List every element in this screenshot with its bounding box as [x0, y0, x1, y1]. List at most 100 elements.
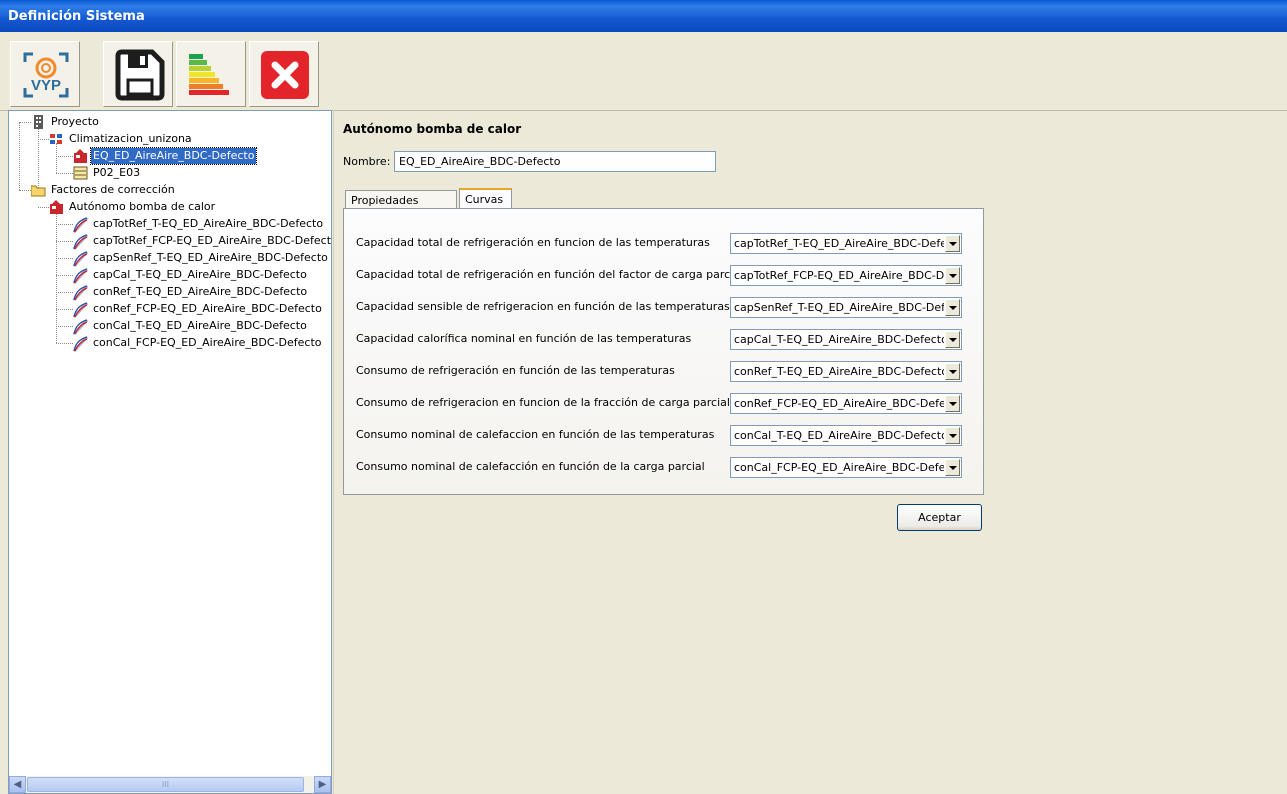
system-tree[interactable]: Proyecto Climatizacion_unizona EQ_ED_AireA… [9, 111, 331, 771]
tree-connector-line [56, 309, 73, 310]
curve-select[interactable]: conRef_T-EQ_ED_AireAire_BDC-Defecto [730, 361, 962, 382]
tree-node-label[interactable]: capTotRef_FCP-EQ_ED_AireAire_BDC-Defect [91, 233, 331, 249]
tree-connector-line [56, 156, 73, 157]
equipment-icon [49, 200, 64, 214]
folder-icon [30, 183, 46, 197]
equipment-icon [73, 149, 88, 163]
tree-node-label[interactable]: capSenRef_T-EQ_ED_AireAire_BDC-Defecto [91, 250, 330, 266]
scroll-right-icon[interactable]: ▶ [314, 776, 331, 793]
chevron-down-icon[interactable] [945, 459, 960, 476]
curve-select-value: conRef_FCP-EQ_ED_AireAire_BDC-Defecto [734, 397, 944, 410]
curve-icon [72, 267, 89, 285]
window-title: Definición Sistema [0, 0, 1287, 32]
vyp-logo-button[interactable]: VYP [10, 41, 80, 107]
horizontal-scrollbar[interactable]: ◀ III ▶ [9, 776, 331, 793]
curve-row-label: Consumo nominal de calefacción en funció… [356, 460, 705, 473]
curve-row-label: Capacidad sensible de refrigeracion en f… [356, 300, 730, 313]
name-label: Nombre: [343, 155, 391, 168]
tree-node-label[interactable]: Proyecto [49, 114, 101, 130]
tree-connector-line [56, 224, 73, 225]
chevron-down-icon[interactable] [945, 331, 960, 348]
chevron-down-icon[interactable] [945, 427, 960, 444]
project-icon [31, 115, 46, 129]
chevron-down-icon[interactable] [945, 363, 960, 380]
vyp-logo-icon: VYP [23, 52, 69, 98]
curve-row-label: Capacidad total de refrigeración en func… [356, 236, 710, 249]
unit-icon [73, 166, 88, 180]
curve-row-label: Consumo nominal de calefaccion en funció… [356, 428, 715, 441]
chevron-down-icon[interactable] [945, 395, 960, 412]
curve-row-label: Capacidad calorífica nominal en función … [356, 332, 692, 345]
tree-connector-line [56, 292, 73, 293]
tree-node-label[interactable]: EQ_ED_AireAire_BDC-Defecto [89, 147, 258, 165]
tree-node-label[interactable]: conRef_FCP-EQ_ED_AireAire_BDC-Defecto [91, 301, 324, 317]
tree-node-label[interactable]: capTotRef_T-EQ_ED_AireAire_BDC-Defecto [91, 216, 325, 232]
tree-node-label[interactable]: capCal_T-EQ_ED_AireAire_BDC-Defecto [91, 267, 309, 283]
tree-node-label[interactable]: P02_E03 [91, 165, 142, 181]
curve-select-value: capCal_T-EQ_ED_AireAire_BDC-Defecto [734, 333, 944, 346]
chevron-down-icon[interactable] [945, 299, 960, 316]
tree-connector-line [38, 126, 39, 190]
curve-row-label: Consumo de refrigeración en función de l… [356, 364, 675, 377]
curve-select[interactable]: capCal_T-EQ_ED_AireAire_BDC-Defecto [730, 329, 962, 350]
splitter[interactable] [333, 110, 334, 794]
curve-select[interactable]: capTotRef_FCP-EQ_ED_AireAire_BDC-Defecto [730, 265, 962, 286]
curve-icon [72, 233, 89, 251]
tree-node-label[interactable]: Climatizacion_unizona [67, 131, 194, 147]
close-button[interactable] [249, 41, 319, 107]
curve-icon [72, 250, 89, 268]
tree-connector-line [56, 241, 73, 242]
tree-node-label[interactable]: conCal_FCP-EQ_ED_AireAire_BDC-Defecto [91, 335, 324, 351]
curve-icon [72, 335, 89, 353]
curve-icon [72, 284, 89, 302]
accept-button[interactable]: Aceptar [897, 504, 982, 531]
energy-rating-bars-icon [189, 54, 229, 95]
scroll-left-icon[interactable]: ◀ [9, 776, 26, 793]
red-x-icon [261, 51, 309, 99]
vyp-logo-text: VYP [31, 77, 61, 94]
tree-connector-line [56, 143, 57, 173]
tree-node-label[interactable]: conCal_T-EQ_ED_AireAire_BDC-Defecto [91, 318, 309, 334]
curve-select[interactable]: conCal_T-EQ_ED_AireAire_BDC-Defecto [730, 425, 962, 446]
tree-node-label[interactable]: Autónomo bomba de calor [67, 199, 217, 215]
tree-connector-line [19, 190, 31, 191]
toolbar: VYP [0, 32, 1287, 111]
curve-select-value: conRef_T-EQ_ED_AireAire_BDC-Defecto [734, 365, 944, 378]
tree-connector-line [56, 326, 73, 327]
panel-title: Autónomo bomba de calor [343, 122, 522, 136]
name-field[interactable]: EQ_ED_AireAire_BDC-Defecto [394, 151, 716, 172]
tree-connector-line [56, 211, 57, 343]
tree-connector-line [56, 343, 73, 344]
tree-connector-line [56, 173, 73, 174]
tab-curvas[interactable]: Curvas [459, 188, 512, 209]
tree-connector-line [38, 207, 49, 208]
system-icon [49, 132, 64, 146]
tree-connector-line [19, 122, 31, 123]
tree-connector-line [56, 275, 73, 276]
floppy-disk-icon [115, 49, 165, 101]
curve-select-value: conCal_FCP-EQ_ED_AireAire_BDC-Defecto [734, 461, 944, 474]
curve-row-label: Capacidad total de refrigeración en func… [356, 268, 744, 281]
scroll-thumb[interactable]: III [27, 777, 304, 792]
chevron-down-icon[interactable] [945, 235, 960, 252]
curve-select-value: capTotRef_T-EQ_ED_AireAire_BDC-Defecto [734, 237, 944, 250]
curve-icon [72, 318, 89, 336]
curve-select-value: capSenRef_T-EQ_ED_AireAire_BDC-Defecto [734, 301, 944, 314]
save-button[interactable] [103, 41, 173, 107]
tree-node-label[interactable]: Factores de corrección [49, 182, 177, 198]
curve-select-value: capTotRef_FCP-EQ_ED_AireAire_BDC-Defecto [734, 269, 944, 282]
curve-select-value: conCal_T-EQ_ED_AireAire_BDC-Defecto [734, 429, 944, 442]
curve-select[interactable]: conRef_FCP-EQ_ED_AireAire_BDC-Defecto [730, 393, 962, 414]
tree-node-label[interactable]: conRef_T-EQ_ED_AireAire_BDC-Defecto [91, 284, 309, 300]
tree-connector-line [56, 258, 73, 259]
curve-select[interactable]: conCal_FCP-EQ_ED_AireAire_BDC-Defecto [730, 457, 962, 478]
chevron-down-icon[interactable] [945, 267, 960, 284]
curve-select[interactable]: capTotRef_T-EQ_ED_AireAire_BDC-Defecto [730, 233, 962, 254]
curve-select[interactable]: capSenRef_T-EQ_ED_AireAire_BDC-Defecto [730, 297, 962, 318]
tab-propiedades-basicas[interactable]: Propiedades Basicas [345, 190, 457, 227]
energy-rating-button[interactable] [176, 41, 246, 107]
curve-row-label: Consumo de refrigeracion en funcion de l… [356, 396, 730, 409]
tree-pane[interactable]: Proyecto Climatizacion_unizona EQ_ED_AireA… [8, 110, 332, 794]
tree-connector-line [38, 139, 49, 140]
tree-connector-line [19, 122, 20, 190]
